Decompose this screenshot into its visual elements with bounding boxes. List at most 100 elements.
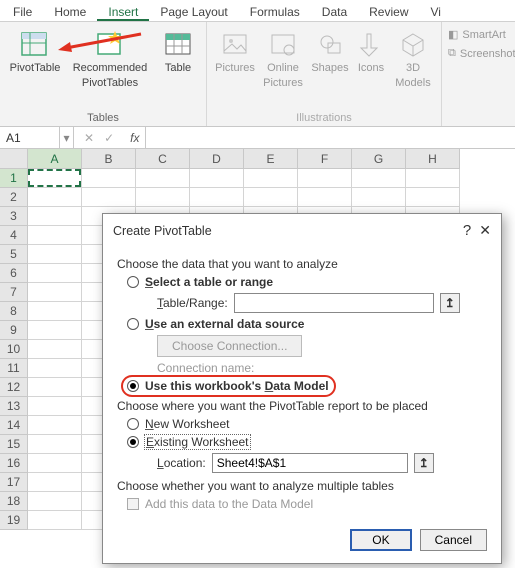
col-header[interactable]: E — [244, 149, 298, 169]
row-header[interactable]: 13 — [0, 397, 28, 416]
cell[interactable] — [28, 435, 82, 454]
online-pictures-button[interactable]: Online Pictures — [259, 26, 307, 92]
row-header[interactable]: 6 — [0, 264, 28, 283]
row-header[interactable]: 1 — [0, 169, 28, 188]
cell[interactable] — [298, 169, 352, 188]
name-box[interactable]: A1 — [0, 127, 60, 148]
row-header[interactable]: 11 — [0, 359, 28, 378]
dialog-help-button[interactable]: ? — [463, 222, 471, 239]
cell[interactable] — [28, 340, 82, 359]
col-header[interactable]: A — [28, 149, 82, 169]
cell[interactable] — [352, 188, 406, 207]
shapes-button[interactable]: Shapes — [309, 26, 351, 92]
row-header[interactable]: 12 — [0, 378, 28, 397]
table-range-input[interactable] — [234, 293, 434, 313]
cell[interactable] — [298, 188, 352, 207]
cell[interactable] — [244, 188, 298, 207]
cell[interactable] — [28, 207, 82, 226]
row-header[interactable]: 15 — [0, 435, 28, 454]
cell[interactable] — [28, 378, 82, 397]
row-header[interactable]: 18 — [0, 492, 28, 511]
menu-formulas[interactable]: Formulas — [239, 2, 311, 21]
ok-button[interactable]: OK — [350, 529, 411, 551]
opt-external-source[interactable]: Use an external data source — [127, 317, 487, 331]
row-header[interactable]: 2 — [0, 188, 28, 207]
cell[interactable] — [28, 321, 82, 340]
cell[interactable] — [136, 188, 190, 207]
opt-new-worksheet[interactable]: New Worksheet — [127, 417, 487, 431]
location-picker-button[interactable]: ↥ — [414, 453, 434, 473]
3d-models-button[interactable]: 3D Models — [391, 26, 435, 92]
menu-file[interactable]: File — [2, 2, 43, 21]
cell[interactable] — [28, 397, 82, 416]
smartart-button[interactable]: ◧ SmartArt — [448, 28, 515, 41]
cell[interactable] — [82, 169, 136, 188]
cell[interactable] — [28, 302, 82, 321]
menu-review[interactable]: Review — [358, 2, 419, 21]
row-header[interactable]: 14 — [0, 416, 28, 435]
cell[interactable] — [28, 416, 82, 435]
cell[interactable] — [28, 283, 82, 302]
cell[interactable] — [28, 188, 82, 207]
formula-input[interactable] — [145, 127, 515, 148]
row-header[interactable]: 8 — [0, 302, 28, 321]
cell[interactable] — [28, 492, 82, 511]
pivottable-button[interactable]: PivotTable — [6, 26, 64, 92]
cell[interactable] — [352, 169, 406, 188]
col-header[interactable]: D — [190, 149, 244, 169]
col-header[interactable]: C — [136, 149, 190, 169]
row-header[interactable]: 3 — [0, 207, 28, 226]
menu-insert[interactable]: Insert — [97, 2, 149, 21]
fx-label[interactable]: fx — [124, 131, 145, 145]
recommended-label-1: Recommended — [73, 62, 148, 75]
row-header[interactable]: 16 — [0, 454, 28, 473]
name-box-dropdown[interactable]: ▾ — [60, 127, 74, 148]
opt-existing-worksheet[interactable]: Existing Worksheet — [127, 435, 487, 449]
location-input[interactable] — [212, 453, 408, 473]
cell[interactable] — [28, 226, 82, 245]
range-picker-button[interactable]: ↥ — [440, 293, 460, 313]
cell[interactable] — [28, 511, 82, 530]
table-button[interactable]: Table — [156, 26, 200, 92]
menu-data[interactable]: Data — [311, 2, 358, 21]
cell[interactable] — [190, 169, 244, 188]
row-header[interactable]: 7 — [0, 283, 28, 302]
menu-home[interactable]: Home — [43, 2, 97, 21]
dialog-title-bar[interactable]: Create PivotTable ? ✕ — [103, 214, 501, 247]
row-header[interactable]: 9 — [0, 321, 28, 340]
row-header[interactable]: 10 — [0, 340, 28, 359]
screenshot-button[interactable]: ⧉ Screenshot — [448, 47, 515, 60]
row-header[interactable]: 5 — [0, 245, 28, 264]
menu-page-layout[interactable]: Page Layout — [149, 2, 238, 21]
cell[interactable] — [244, 169, 298, 188]
col-header[interactable]: G — [352, 149, 406, 169]
section-place-header: Choose where you want the PivotTable rep… — [117, 399, 487, 413]
select-all-corner[interactable] — [0, 149, 28, 169]
col-header[interactable]: F — [298, 149, 352, 169]
icons-button[interactable]: Icons — [353, 26, 389, 92]
col-header[interactable]: B — [82, 149, 136, 169]
cell[interactable] — [28, 169, 82, 188]
cell[interactable] — [406, 169, 460, 188]
row-header[interactable]: 19 — [0, 511, 28, 530]
row-header[interactable]: 4 — [0, 226, 28, 245]
cell[interactable] — [190, 188, 244, 207]
cell[interactable] — [406, 188, 460, 207]
pictures-button[interactable]: Pictures — [213, 26, 257, 92]
cell[interactable] — [28, 359, 82, 378]
opt-data-model[interactable]: Use this workbook's Data Model — [127, 379, 487, 393]
cell[interactable] — [82, 188, 136, 207]
dialog-close-button[interactable]: ✕ — [479, 222, 491, 239]
opt-select-table-range[interactable]: Select a table or range — [127, 275, 487, 289]
recommended-pivottables-button[interactable]: Recommended PivotTables — [66, 26, 154, 92]
cell[interactable] — [28, 245, 82, 264]
row-header[interactable]: 17 — [0, 473, 28, 492]
cell[interactable] — [28, 264, 82, 283]
smartart-icon: ◧ — [448, 28, 458, 41]
menu-view-truncated[interactable]: Vi — [420, 2, 452, 21]
col-header[interactable]: H — [406, 149, 460, 169]
cell[interactable] — [28, 473, 82, 492]
cell[interactable] — [28, 454, 82, 473]
cancel-button[interactable]: Cancel — [420, 529, 487, 551]
cell[interactable] — [136, 169, 190, 188]
